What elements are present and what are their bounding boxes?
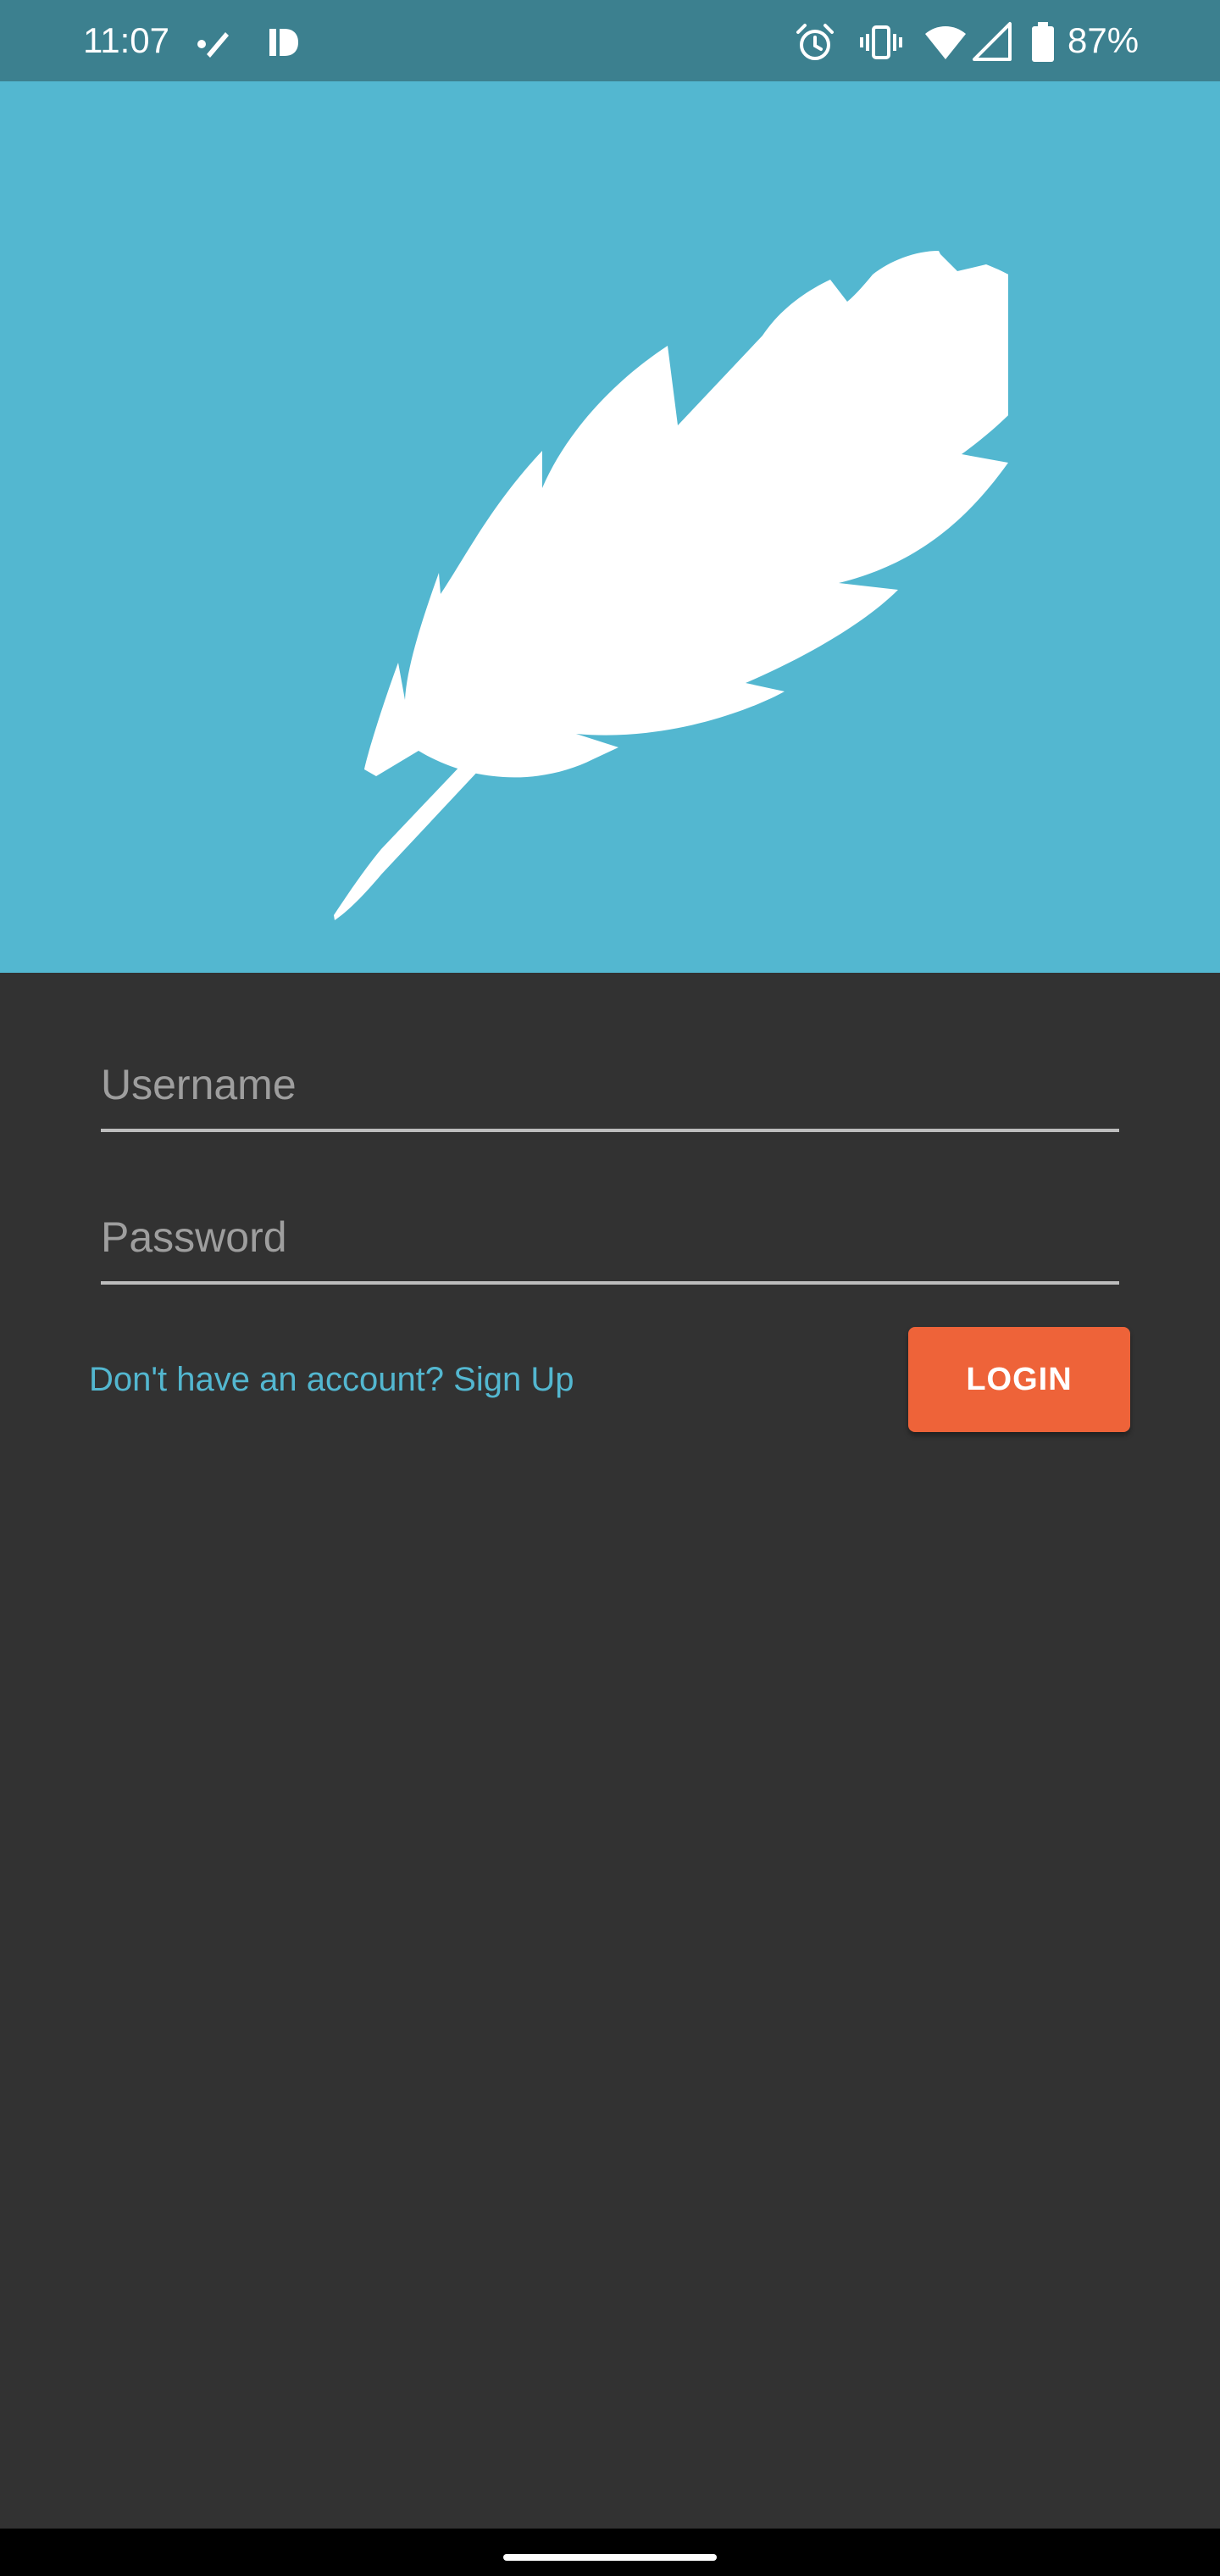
hero-banner — [0, 81, 1220, 973]
pen-tool-icon — [195, 24, 232, 61]
alarm-clock-icon — [793, 20, 837, 64]
feather-icon — [212, 166, 1059, 980]
username-field[interactable] — [101, 1047, 1119, 1132]
password-input[interactable] — [101, 1200, 1119, 1285]
cell-signal-icon — [971, 20, 1015, 64]
battery-percentage: 87% — [1068, 20, 1140, 60]
username-underline — [101, 1129, 1119, 1132]
status-time: 11:07 — [83, 20, 169, 60]
password-field[interactable] — [101, 1200, 1119, 1285]
vibrate-icon — [859, 20, 903, 64]
wifi-icon — [923, 20, 968, 64]
signup-link[interactable]: Don't have an account? Sign Up — [89, 1356, 574, 1403]
username-input[interactable] — [101, 1047, 1119, 1132]
login-button[interactable]: LOGIN — [908, 1327, 1130, 1432]
navigation-bar — [0, 2529, 1220, 2576]
home-gesture-handle[interactable] — [503, 2554, 717, 2561]
status-bar: 11:07 87% — [0, 0, 1220, 81]
pandora-app-icon — [266, 24, 303, 61]
password-underline — [101, 1281, 1119, 1285]
battery-icon — [1029, 20, 1057, 64]
